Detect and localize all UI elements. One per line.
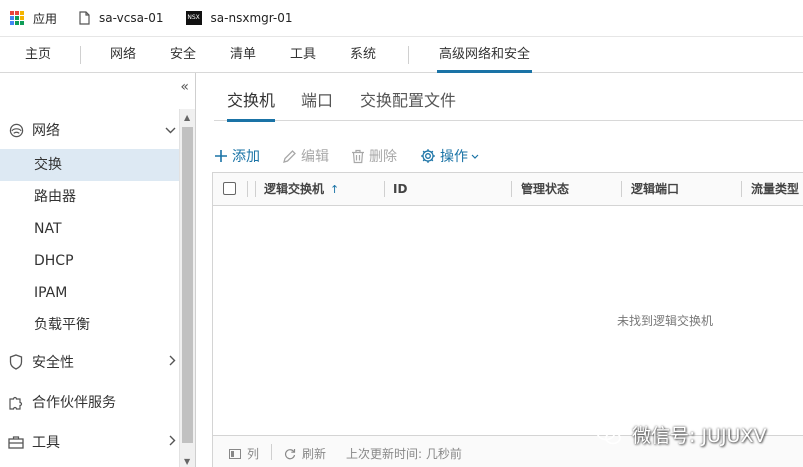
sidebar-section-label: 合作伙伴服务 — [32, 395, 116, 411]
last-updated-text: 上次更新时间: 几秒前 — [346, 447, 462, 461]
edit-button[interactable]: 编辑 — [282, 146, 329, 166]
sidebar-item-switching[interactable]: 交换 — [0, 149, 180, 181]
sidebar-item-load-balancing[interactable]: 负载平衡 — [0, 309, 180, 341]
refresh-button[interactable]: 刷新 — [284, 445, 326, 462]
wechat-icon — [596, 425, 621, 444]
bookmark-label: sa-nsxmgr-01 — [210, 11, 293, 25]
gear-icon — [420, 148, 436, 164]
column-header-admin-state[interactable]: 管理状态 — [521, 173, 569, 205]
nav-system[interactable]: 系统 — [350, 37, 376, 73]
column-divider[interactable] — [384, 181, 385, 197]
chevron-down-icon — [471, 154, 479, 159]
tab-switching-profiles[interactable]: 交换配置文件 — [360, 87, 456, 111]
nav-divider — [408, 46, 409, 64]
chevron-down-icon[interactable] — [165, 123, 176, 137]
column-divider[interactable] — [511, 181, 512, 197]
sidebar-item-ipam[interactable]: IPAM — [0, 277, 180, 309]
nsx-icon: NSX — [185, 11, 202, 25]
trash-icon — [351, 149, 365, 164]
network-icon — [8, 122, 24, 138]
column-divider — [255, 181, 256, 197]
bookmark-apps[interactable]: 应用 — [10, 10, 57, 27]
columns-toggle-button[interactable]: 列 — [229, 445, 259, 462]
nav-security[interactable]: 安全 — [170, 37, 196, 73]
sort-ascending-icon[interactable]: ↑ — [330, 183, 339, 196]
bookmark-sa-nsxmgr-01[interactable]: NSX sa-nsxmgr-01 — [185, 11, 293, 25]
plus-icon — [214, 149, 228, 163]
sidebar-section-partner-services[interactable]: 合作伙伴服务 — [0, 382, 180, 422]
sidebar-section-tools[interactable]: 工具 — [0, 422, 180, 462]
column-header-traffic-type[interactable]: 流量类型 — [751, 173, 799, 205]
sidebar-section-label: 网络 — [32, 123, 60, 139]
tab-ports[interactable]: 端口 — [301, 87, 333, 111]
bookmark-label: 应用 — [33, 11, 58, 26]
content-tabs: 交换机 端口 交换配置文件 — [214, 73, 803, 122]
column-header-logical-ports[interactable]: 逻辑端口 — [631, 173, 679, 205]
nav-network[interactable]: 网络 — [110, 37, 136, 73]
sidebar: « 网络 交换 路由器 NAT DHCP IPAM 负载平衡 安全性 合作伙伴服… — [0, 73, 196, 467]
sidebar-item-dhcp[interactable]: DHCP — [0, 245, 180, 277]
column-header-id[interactable]: ID — [393, 173, 407, 205]
collapse-sidebar-icon[interactable]: « — [180, 79, 189, 95]
shield-icon — [8, 354, 24, 370]
grid-header: 逻辑交换机 ↑ ID 管理状态 逻辑端口 流量类型 — [213, 173, 803, 206]
columns-icon — [229, 448, 241, 459]
wechat-watermark: 微信号: JUJUXV — [596, 421, 766, 448]
toolbox-icon — [8, 434, 24, 450]
add-button[interactable]: 添加 — [214, 146, 260, 166]
bookmarks-bar: 应用 sa-vcsa-01 NSX sa-nsxmgr-01 — [0, 0, 803, 36]
chevron-right-icon[interactable] — [169, 435, 176, 449]
sidebar-item-nat[interactable]: NAT — [0, 213, 180, 245]
footer-divider — [271, 444, 272, 460]
bookmark-label: sa-vcsa-01 — [99, 11, 164, 25]
column-divider[interactable] — [741, 181, 742, 197]
sidebar-section-label: 工具 — [32, 435, 60, 451]
column-divider[interactable] — [621, 181, 622, 197]
column-header-logical-switch[interactable]: 逻辑交换机 ↑ — [264, 173, 339, 205]
nav-inventory[interactable]: 清单 — [230, 37, 256, 73]
nav-divider — [80, 46, 81, 64]
nav-tools[interactable]: 工具 — [290, 37, 316, 73]
scroll-down-arrow-icon[interactable]: ▼ — [184, 457, 190, 466]
pencil-icon — [282, 149, 297, 164]
watermark-text: 微信号: JUJUXV — [632, 425, 767, 447]
delete-button[interactable]: 删除 — [351, 146, 397, 166]
tab-switches[interactable]: 交换机 — [227, 87, 276, 122]
page-icon — [79, 11, 90, 25]
sidebar-item-routers[interactable]: 路由器 — [0, 181, 180, 213]
scrollbar-thumb[interactable] — [182, 127, 193, 443]
sidebar-section-label: 安全性 — [32, 355, 74, 371]
top-navigation: 主页 网络 安全 清单 工具 系统 高级网络和安全 — [0, 36, 803, 73]
nav-advanced-networking-security[interactable]: 高级网络和安全 — [436, 37, 533, 73]
bookmark-sa-vcsa-01[interactable]: sa-vcsa-01 — [79, 11, 164, 25]
apps-grid-icon — [10, 11, 24, 25]
select-all-checkbox[interactable] — [223, 182, 236, 195]
sidebar-section-security[interactable]: 安全性 — [0, 342, 180, 382]
nav-home[interactable]: 主页 — [25, 37, 51, 73]
column-divider — [247, 181, 248, 197]
refresh-icon — [284, 448, 296, 460]
sidebar-section-network[interactable]: 网络 — [0, 110, 180, 150]
chevron-right-icon[interactable] — [169, 355, 176, 369]
actions-dropdown[interactable]: 操作 — [420, 146, 479, 166]
sidebar-scrollbar[interactable]: ▲ ▼ — [179, 109, 195, 467]
scroll-up-arrow-icon[interactable]: ▲ — [184, 113, 190, 122]
puzzle-icon — [8, 394, 24, 410]
empty-state-message: 未找到逻辑交换机 — [617, 314, 714, 328]
